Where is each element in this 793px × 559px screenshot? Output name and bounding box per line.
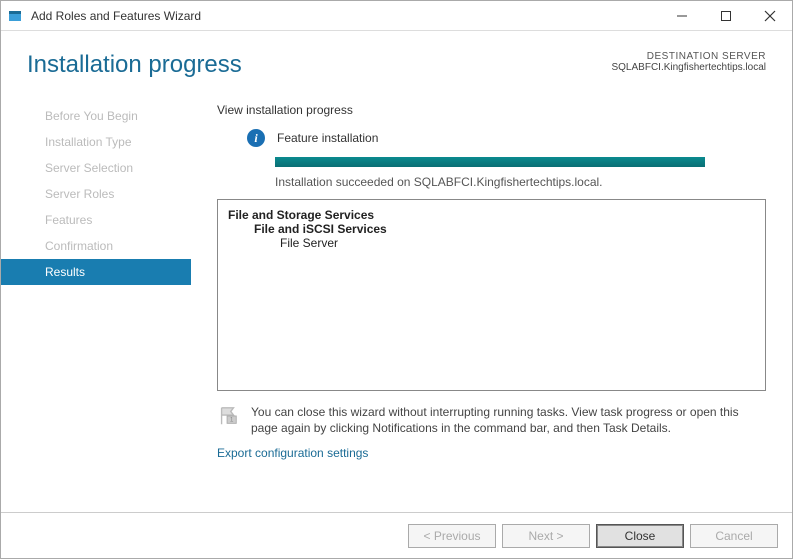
maximize-button[interactable] bbox=[704, 1, 748, 31]
app-icon bbox=[7, 8, 23, 24]
status-row: i Feature installation bbox=[217, 129, 766, 147]
result-line-1: File and Storage Services bbox=[228, 208, 755, 222]
result-line-2: File and iSCSI Services bbox=[254, 222, 755, 236]
cancel-button: Cancel bbox=[690, 524, 778, 548]
status-text: Feature installation bbox=[277, 131, 378, 145]
svg-text:1: 1 bbox=[230, 417, 234, 424]
body: Installation progress DESTINATION SERVER… bbox=[1, 31, 792, 558]
sidebar: Before You Begin Installation Type Serve… bbox=[1, 87, 191, 512]
next-button: Next > bbox=[502, 524, 590, 548]
result-line-3: File Server bbox=[280, 236, 755, 250]
wizard-window: Add Roles and Features Wizard Installati… bbox=[0, 0, 793, 559]
close-window-button[interactable] bbox=[748, 1, 792, 31]
window-title: Add Roles and Features Wizard bbox=[31, 9, 660, 23]
minimize-button[interactable] bbox=[660, 1, 704, 31]
destination-name: SQLABFCI.Kingfishertechtips.local bbox=[611, 62, 766, 73]
note-text: You can close this wizard without interr… bbox=[251, 405, 766, 436]
sidebar-item-confirmation: Confirmation bbox=[1, 233, 191, 259]
close-button[interactable]: Close bbox=[596, 524, 684, 548]
footer: < Previous Next > Close Cancel bbox=[1, 512, 792, 558]
sidebar-item-installation-type: Installation Type bbox=[1, 129, 191, 155]
sidebar-item-server-roles: Server Roles bbox=[1, 181, 191, 207]
sidebar-item-before-you-begin: Before You Begin bbox=[1, 103, 191, 129]
header-row: Installation progress DESTINATION SERVER… bbox=[1, 31, 792, 87]
content: View installation progress i Feature ins… bbox=[191, 87, 792, 512]
info-icon: i bbox=[247, 129, 265, 147]
sidebar-item-results[interactable]: Results bbox=[1, 259, 191, 285]
export-config-link[interactable]: Export configuration settings bbox=[217, 446, 766, 460]
success-message: Installation succeeded on SQLABFCI.Kingf… bbox=[275, 175, 766, 189]
middle: Before You Begin Installation Type Serve… bbox=[1, 87, 792, 512]
sidebar-item-features: Features bbox=[1, 207, 191, 233]
note-row: 1 You can close this wizard without inte… bbox=[217, 405, 766, 436]
page-heading: Installation progress bbox=[27, 51, 611, 79]
destination-info: DESTINATION SERVER SQLABFCI.Kingfisherte… bbox=[611, 51, 766, 73]
flag-icon: 1 bbox=[217, 405, 239, 427]
titlebar: Add Roles and Features Wizard bbox=[1, 1, 792, 31]
destination-label: DESTINATION SERVER bbox=[611, 51, 766, 62]
results-box: File and Storage Services File and iSCSI… bbox=[217, 199, 766, 391]
previous-button: < Previous bbox=[408, 524, 496, 548]
instruction-text: View installation progress bbox=[217, 103, 766, 117]
progress-bar bbox=[275, 157, 705, 167]
sidebar-item-server-selection: Server Selection bbox=[1, 155, 191, 181]
